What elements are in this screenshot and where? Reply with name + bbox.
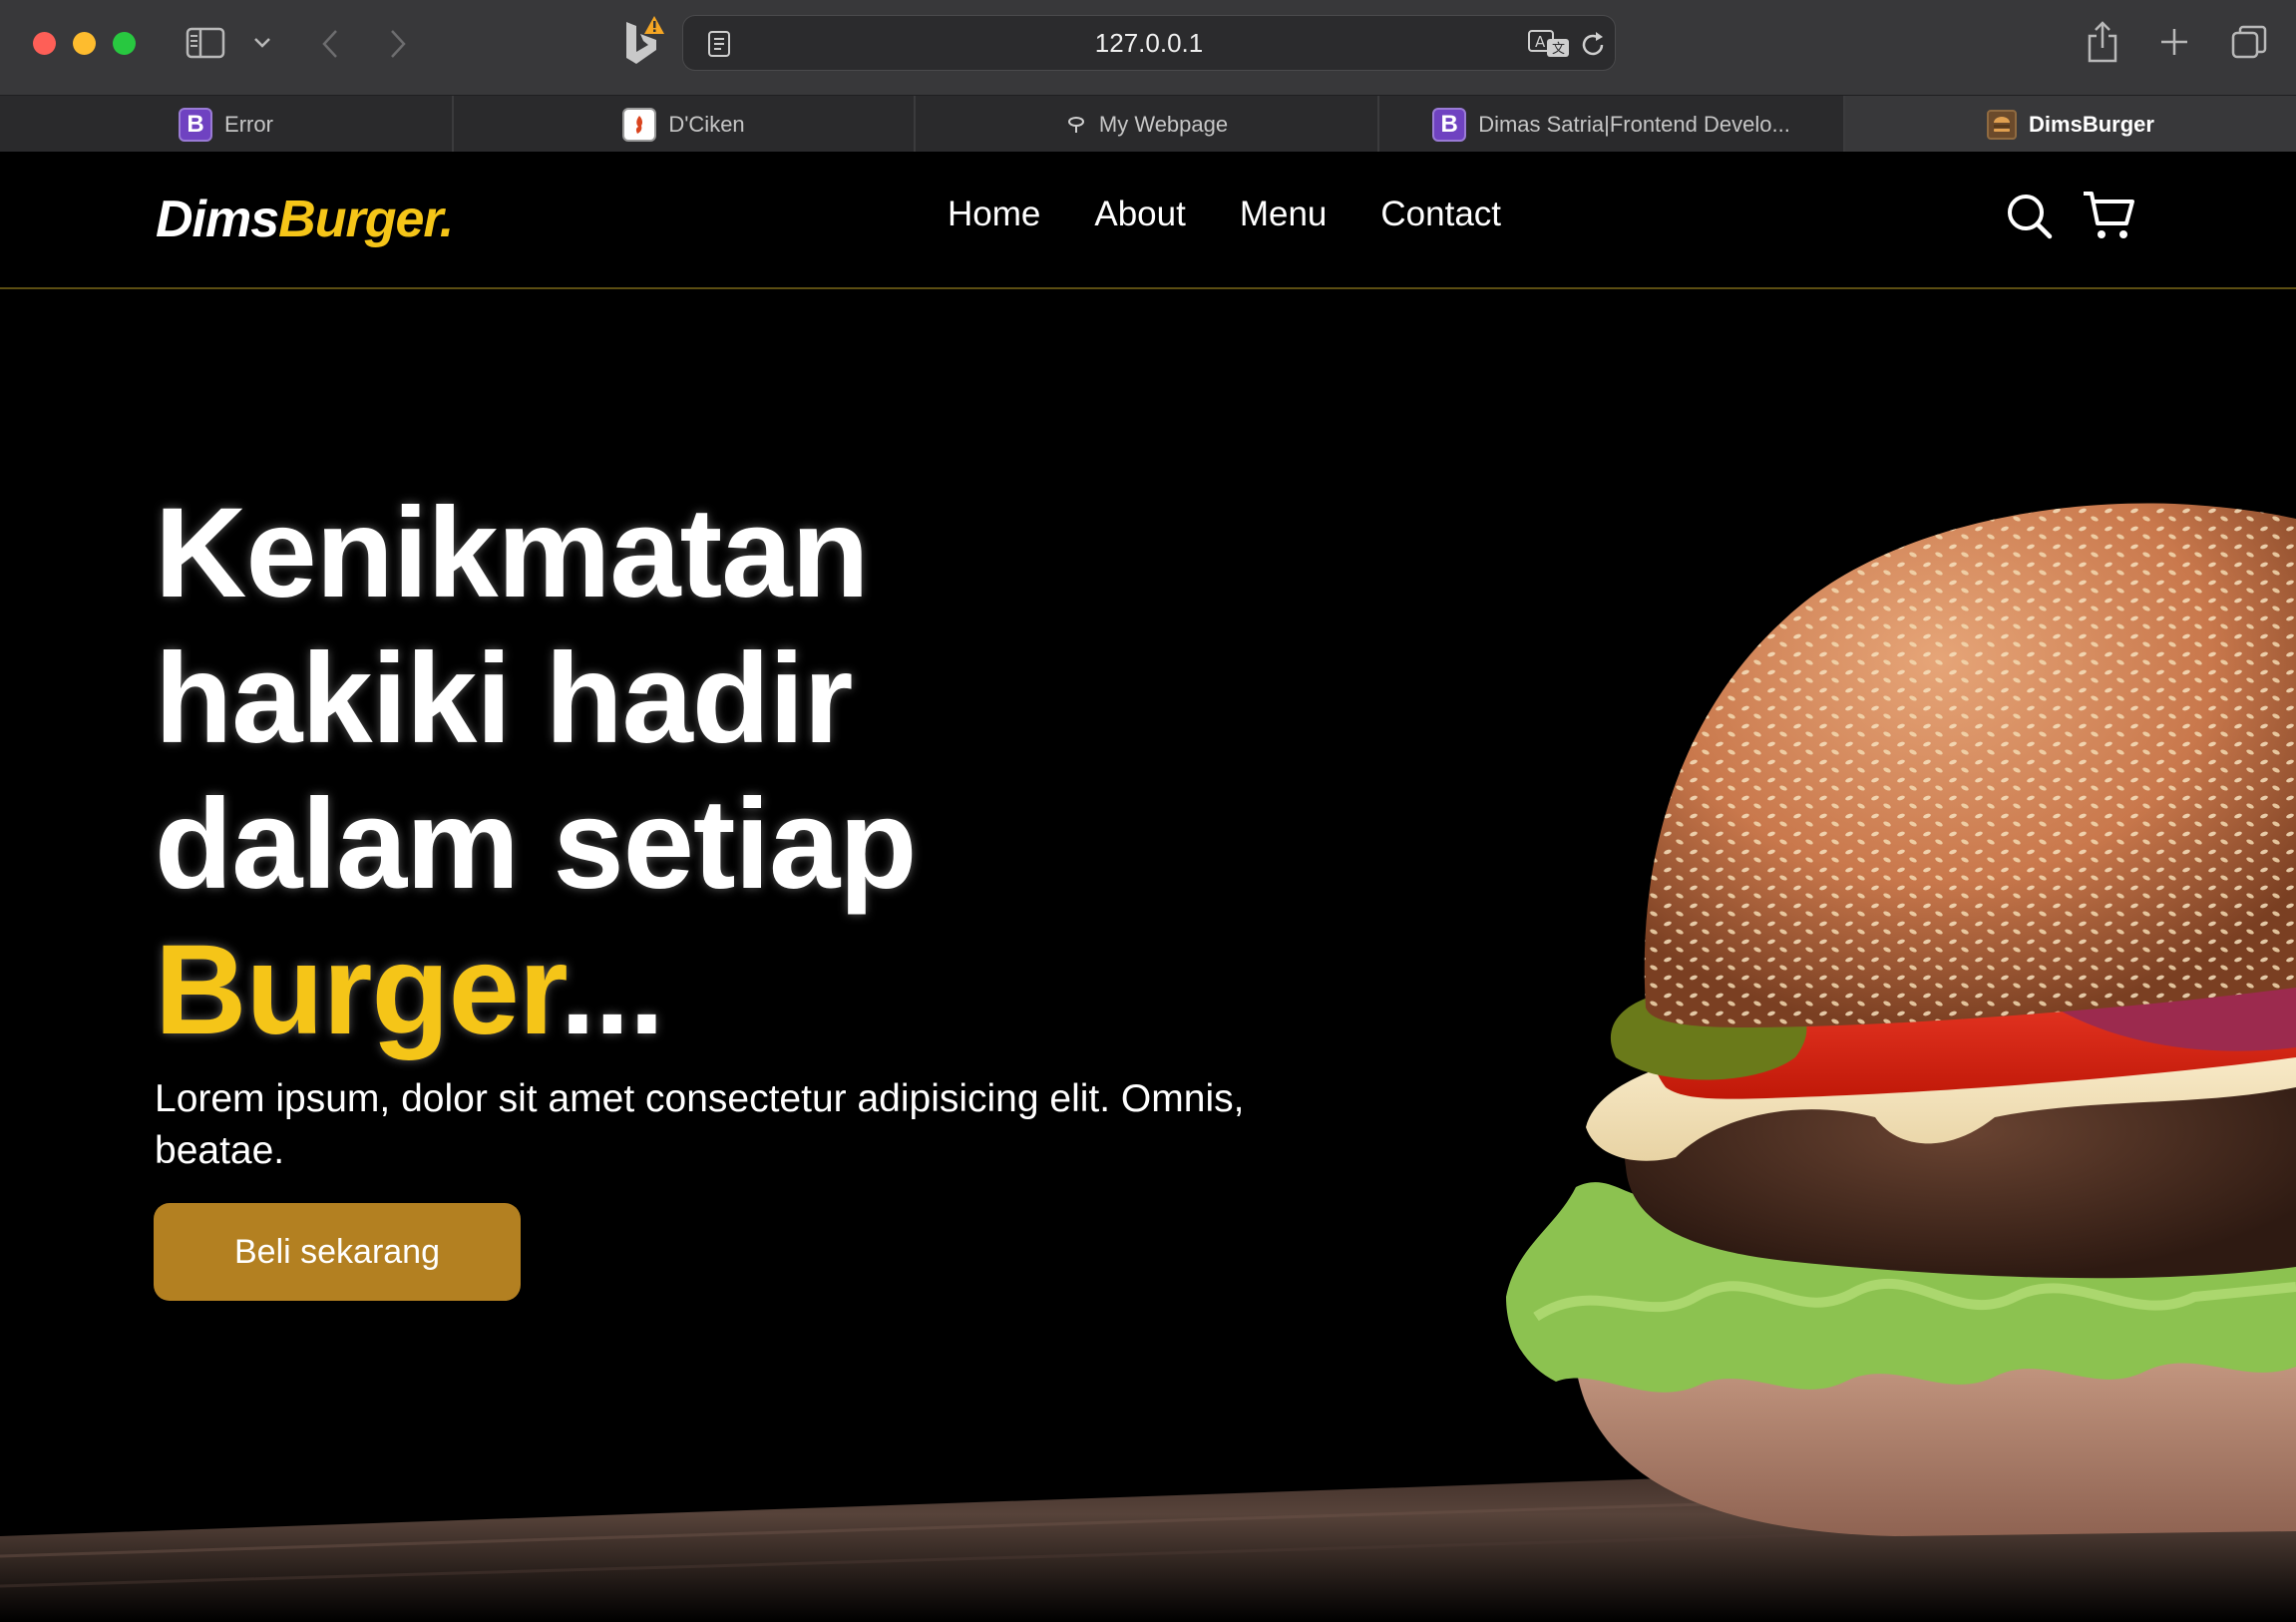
svg-text:文: 文	[1552, 42, 1565, 57]
hero-title-line: Kenikmatan	[155, 482, 870, 624]
tab-my-webpage[interactable]: My Webpage	[916, 96, 1379, 153]
tab-bar: B Error D'Ciken My Webpage B Dimas Satri…	[0, 95, 2296, 153]
tab-title: Dimas Satria|Frontend Develo...	[1478, 111, 1790, 137]
share-icon[interactable]	[2083, 18, 2122, 66]
close-window-button[interactable]	[33, 32, 56, 55]
search-icon[interactable]	[2005, 192, 2055, 241]
tab-error[interactable]: B Error	[0, 96, 454, 153]
tab-overview-icon[interactable]	[2228, 22, 2270, 64]
tab-title: D'Ciken	[668, 111, 745, 137]
buy-now-button[interactable]: Beli sekarang	[154, 1203, 521, 1301]
hero-ellipsis: ...	[560, 919, 665, 1061]
hero-title-line: Burger...	[155, 918, 916, 1063]
tab-title: DimsBurger	[2029, 111, 2154, 137]
new-tab-icon[interactable]	[2154, 22, 2194, 62]
nav-link-home[interactable]: Home	[948, 190, 1040, 239]
chevron-down-icon[interactable]	[249, 30, 275, 56]
chicken-icon	[622, 107, 657, 142]
browser-toolbar: 127.0.0.1 A文	[0, 0, 2296, 95]
hero-highlight: Burger	[155, 919, 562, 1061]
nav-link-contact[interactable]: Contact	[1380, 190, 1501, 239]
hero-title-line: hakiki hadir	[155, 627, 853, 770]
hero-title-line: dalam setiap	[155, 773, 917, 916]
nav-link-about[interactable]: About	[1094, 190, 1185, 239]
bootstrap-b-icon: B	[179, 107, 213, 142]
reload-icon[interactable]	[1577, 29, 1609, 61]
minimize-window-button[interactable]	[73, 32, 96, 55]
webpage-icon	[1065, 114, 1087, 136]
nav-links: Home About Menu Contact	[948, 190, 1555, 239]
translate-icon[interactable]: A文	[1527, 28, 1571, 60]
forward-arrow-icon[interactable]	[381, 24, 415, 64]
nav-link-menu[interactable]: Menu	[1240, 190, 1328, 239]
svg-text:A: A	[1535, 33, 1546, 51]
site-navbar: DimsBurger. Home About Menu Contact	[0, 152, 2296, 289]
address-bar[interactable]: 127.0.0.1 A文	[682, 15, 1616, 71]
tab-dimas-satria[interactable]: B Dimas Satria|Frontend Develo...	[1379, 96, 1845, 153]
hero-heading: Kenikmatan hakiki hadir dalam setiap Bur…	[155, 481, 917, 1063]
tab-dciken[interactable]: D'Ciken	[454, 96, 916, 153]
bootstrap-b-icon: B	[1432, 107, 1467, 142]
cart-icon[interactable]	[2081, 188, 2136, 243]
burger-icon	[1987, 109, 2018, 140]
url-text[interactable]: 127.0.0.1	[683, 28, 1615, 59]
hero-subtitle: Lorem ipsum, dolor sit amet consectetur …	[155, 1077, 1245, 1172]
back-arrow-icon[interactable]	[313, 24, 347, 64]
sidebar-toggle-icon[interactable]	[184, 24, 227, 62]
site-logo[interactable]: DimsBurger.	[156, 190, 454, 249]
tab-title: My Webpage	[1098, 111, 1229, 137]
bing-extension-icon[interactable]	[616, 14, 672, 70]
zoom-window-button[interactable]	[113, 32, 136, 55]
tab-title: Error	[224, 111, 273, 137]
tab-dimsburger[interactable]: DimsBurger	[1845, 96, 2296, 153]
website-viewport: DimsBurger. Home About Menu Contact Keni…	[0, 152, 2296, 1622]
